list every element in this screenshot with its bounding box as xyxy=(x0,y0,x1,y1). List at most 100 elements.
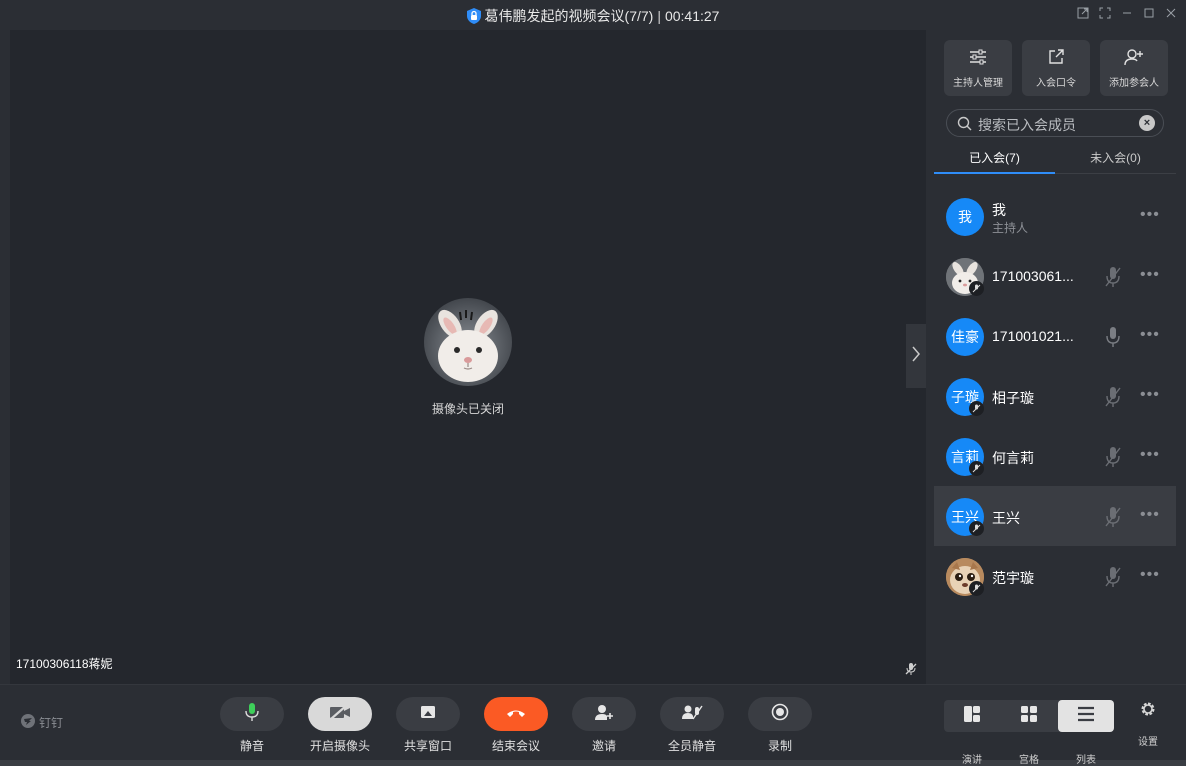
mic-muted-badge-icon xyxy=(969,401,984,416)
mic-muted-badge-icon xyxy=(969,581,984,596)
member-row[interactable]: 范宇璇 ••• xyxy=(934,546,1176,606)
record-icon xyxy=(771,703,789,726)
mic-muted-icon[interactable] xyxy=(1102,265,1124,289)
search-icon xyxy=(957,116,972,136)
grid-layout-icon xyxy=(1020,705,1038,728)
mic-muted-icon[interactable] xyxy=(1102,385,1124,409)
meeting-timer: 00:41:27 xyxy=(664,8,720,24)
invite-label: 邀请 xyxy=(591,739,616,753)
mic-muted-icon[interactable] xyxy=(1102,565,1124,589)
maximize-icon[interactable] xyxy=(1142,6,1156,20)
collapse-sidebar-button[interactable] xyxy=(906,324,926,388)
main-video[interactable]: 摄像头已关闭 17100306118蒋妮 xyxy=(10,30,926,684)
meeting-title: 葛伟鹏发起的视频会议(7/7) xyxy=(484,8,654,24)
mic-muted-icon[interactable] xyxy=(1102,505,1124,529)
end-meeting-label: 结束会议 xyxy=(491,739,540,753)
tab-not-joined[interactable]: 未入会(0) xyxy=(1055,149,1176,166)
speaker-layout-button[interactable] xyxy=(944,700,1000,732)
more-options-icon[interactable]: ••• xyxy=(1140,507,1160,523)
member-row[interactable]: 我 我 主持人 ••• xyxy=(934,186,1176,246)
more-options-icon[interactable]: ••• xyxy=(1140,267,1160,283)
share-link-icon xyxy=(1047,48,1065,71)
clear-search-icon[interactable]: × xyxy=(1139,115,1155,131)
mic-muted-icon xyxy=(904,662,918,676)
popout-icon[interactable] xyxy=(1076,6,1090,20)
camera-label: 开启摄像头 xyxy=(309,739,370,753)
minimize-icon[interactable] xyxy=(1120,6,1134,20)
meeting-code-label: 入会口令 xyxy=(1036,78,1076,89)
settings-button[interactable]: 设置 xyxy=(1130,701,1166,748)
member-name: 王兴 xyxy=(992,510,1020,526)
member-row[interactable]: 言莉 何言莉 ••• xyxy=(934,426,1176,486)
record-label: 录制 xyxy=(767,739,792,753)
mute-label: 静音 xyxy=(239,739,264,753)
member-name: 何言莉 xyxy=(992,450,1034,466)
camera-off-label: 摄像头已关闭 xyxy=(431,402,504,416)
shield-lock-icon xyxy=(466,8,481,24)
sliders-icon xyxy=(969,49,987,70)
microphone-icon xyxy=(245,702,259,727)
dingtalk-logo-icon xyxy=(20,713,36,732)
mute-button[interactable]: 静音 xyxy=(220,697,284,754)
mute-all-icon xyxy=(681,703,703,726)
active-tab-underline xyxy=(934,172,1055,174)
avatar: 佳豪 xyxy=(946,318,984,356)
list-layout-icon xyxy=(1077,706,1095,727)
panel-actions: 主持人管理 入会口令 添加参会人 xyxy=(944,40,1168,96)
member-tabs: 已入会(7) 未入会(0) xyxy=(934,142,1176,174)
speaker-layout-icon xyxy=(963,705,981,728)
participant-avatar-rabbit xyxy=(424,298,512,386)
member-row[interactable]: 王兴 王兴 ••• xyxy=(934,486,1176,546)
more-options-icon[interactable]: ••• xyxy=(1140,207,1160,223)
mute-all-button[interactable]: 全员静音 xyxy=(660,697,724,754)
add-person-icon xyxy=(1124,48,1144,71)
mute-all-label: 全员静音 xyxy=(667,739,716,753)
participants-panel: 主持人管理 入会口令 添加参会人 搜索已入会成员 × 已入会(7) 未入会(0) xyxy=(934,30,1176,684)
settings-label: 设置 xyxy=(1138,737,1158,748)
add-participant-label: 添加参会人 xyxy=(1109,78,1159,89)
host-management-button[interactable]: 主持人管理 xyxy=(944,40,1012,96)
grid-layout-label: 宫格 xyxy=(1019,755,1039,766)
member-row[interactable]: 子璇 相子璇 ••• xyxy=(934,366,1176,426)
share-window-button[interactable]: 共享窗口 xyxy=(396,697,460,754)
title-bar: 葛伟鹏发起的视频会议(7/7) | 00:41:27 xyxy=(0,0,1186,30)
member-search-input[interactable]: 搜索已入会成员 × xyxy=(946,109,1164,137)
window-title: 葛伟鹏发起的视频会议(7/7) | 00:41:27 xyxy=(0,6,1186,26)
more-options-icon[interactable]: ••• xyxy=(1140,327,1160,343)
speaker-name: 17100306118蒋妮 xyxy=(16,657,113,671)
host-management-label: 主持人管理 xyxy=(953,78,1003,89)
member-name: 相子璇 xyxy=(992,390,1034,406)
gear-icon xyxy=(1140,702,1156,721)
more-options-icon[interactable]: ••• xyxy=(1140,447,1160,463)
add-participant-button[interactable]: 添加参会人 xyxy=(1100,40,1168,96)
tab-joined[interactable]: 已入会(7) xyxy=(934,149,1055,166)
mic-on-icon[interactable] xyxy=(1102,325,1124,349)
member-row[interactable]: 171003061... ••• xyxy=(934,246,1176,306)
camera-button[interactable]: 开启摄像头 xyxy=(308,697,372,754)
more-options-icon[interactable]: ••• xyxy=(1140,567,1160,583)
grid-layout-button[interactable] xyxy=(1001,700,1057,732)
avatar: 我 xyxy=(946,198,984,236)
meeting-window: 葛伟鹏发起的视频会议(7/7) | 00:41:27 摄像头已关闭 171003… xyxy=(0,0,1186,766)
end-meeting-button[interactable]: 结束会议 xyxy=(484,697,548,754)
record-button[interactable]: 录制 xyxy=(748,697,812,754)
mic-muted-badge-icon xyxy=(969,281,984,296)
mic-muted-badge-icon xyxy=(969,461,984,476)
member-name: 范宇璇 xyxy=(992,570,1034,586)
logo-text: 钉钉 xyxy=(39,716,64,730)
meeting-code-button[interactable]: 入会口令 xyxy=(1022,40,1090,96)
invite-button[interactable]: 邀请 xyxy=(572,697,636,754)
member-name: 171003061... xyxy=(992,268,1074,284)
close-icon[interactable] xyxy=(1164,6,1178,20)
more-options-icon[interactable]: ••• xyxy=(1140,387,1160,403)
list-layout-button[interactable] xyxy=(1058,700,1114,732)
mic-muted-badge-icon xyxy=(969,521,984,536)
member-name: 171001021... xyxy=(992,328,1074,344)
fullscreen-icon[interactable] xyxy=(1098,6,1112,20)
list-layout-label: 列表 xyxy=(1076,755,1096,766)
member-list: 我 我 主持人 ••• 171003061... ••• 佳豪 17100102… xyxy=(934,186,1176,606)
speaker-layout-label: 演讲 xyxy=(962,755,982,766)
member-row[interactable]: 佳豪 171001021... ••• xyxy=(934,306,1176,366)
app-logo: 钉钉 xyxy=(20,713,63,732)
mic-muted-icon[interactable] xyxy=(1102,445,1124,469)
